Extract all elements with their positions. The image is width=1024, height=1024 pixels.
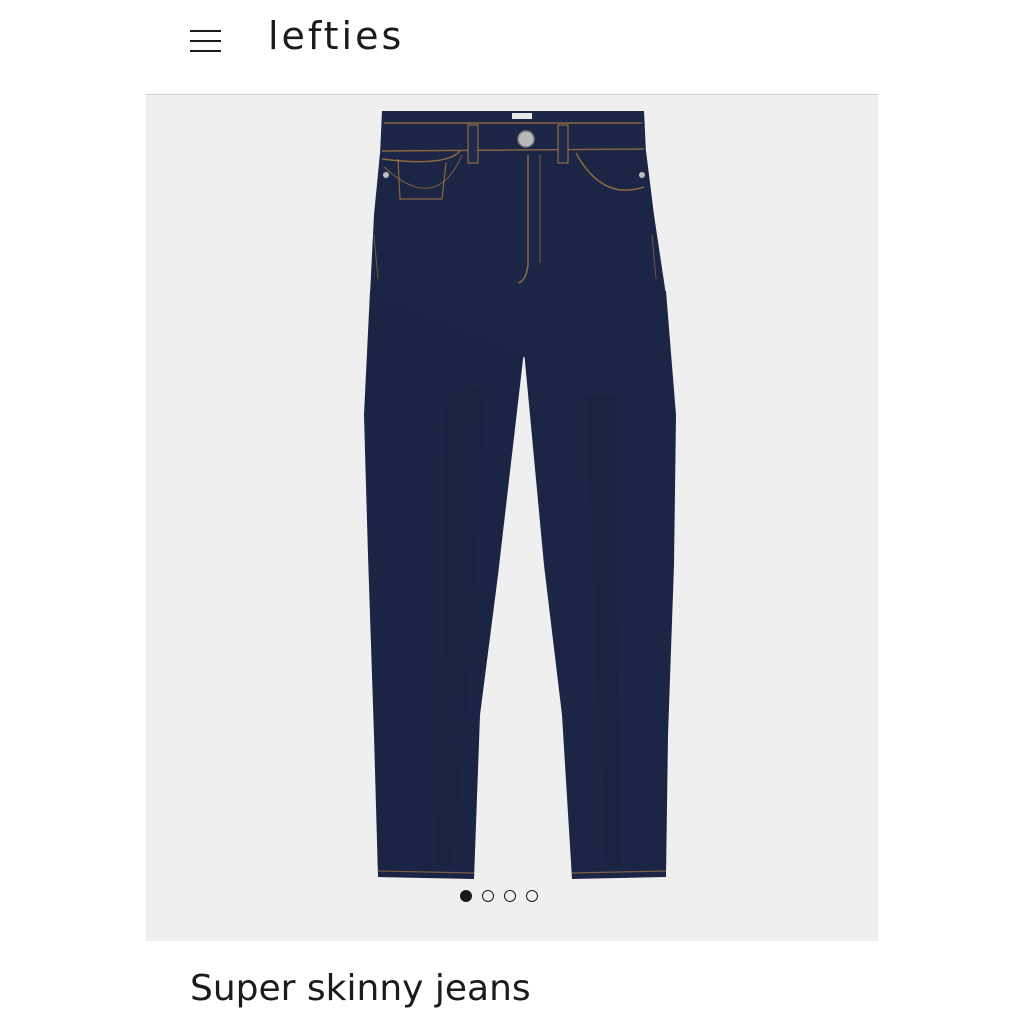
menu-button[interactable]	[190, 27, 222, 57]
top-header: lefties	[146, 0, 878, 95]
product-page: lefties Super skinny jeans	[146, 0, 878, 1024]
carousel-dot-4[interactable]	[526, 890, 538, 902]
product-image-gallery[interactable]	[146, 95, 878, 941]
product-title: Super skinny jeans	[190, 968, 531, 1009]
brand-logo[interactable]: lefties	[268, 14, 404, 58]
carousel-indicators	[460, 890, 538, 902]
product-image-jeans	[364, 111, 676, 879]
carousel-dot-2[interactable]	[482, 890, 494, 902]
carousel-dot-3[interactable]	[504, 890, 516, 902]
carousel-dot-1[interactable]	[460, 890, 472, 902]
